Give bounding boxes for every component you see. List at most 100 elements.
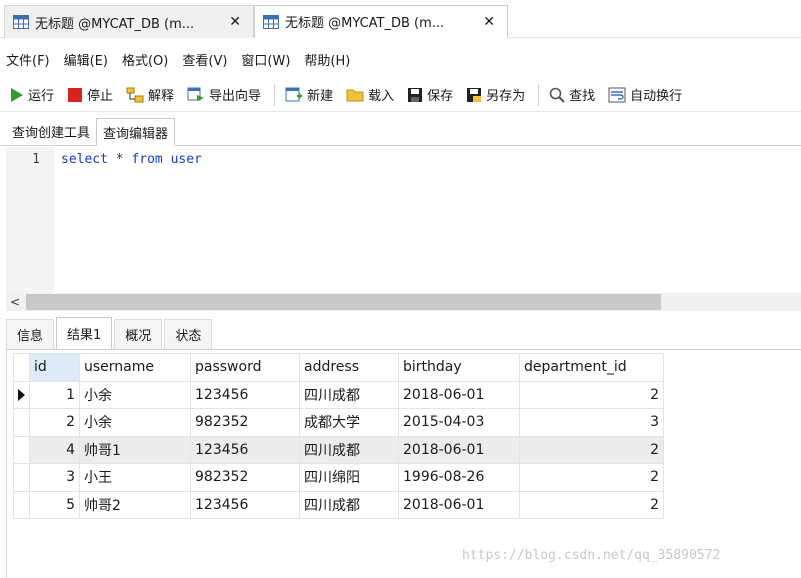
- new-label: 新建: [307, 89, 334, 104]
- cell-username[interactable]: 帅哥2: [79, 490, 191, 519]
- cell-password[interactable]: 982352: [190, 463, 300, 492]
- cell-birthday[interactable]: 2018-06-01: [398, 490, 520, 519]
- cell-department-id[interactable]: 2: [519, 380, 664, 409]
- tab-info[interactable]: 信息: [6, 319, 55, 349]
- close-icon[interactable]: ✕: [225, 14, 245, 30]
- table-row[interactable]: 4 帅哥1 123456 四川成都 2018-06-01 2: [13, 435, 664, 464]
- explain-label: 解释: [148, 89, 175, 104]
- load-button[interactable]: 载入: [346, 85, 394, 104]
- scroll-left-icon[interactable]: <: [6, 293, 24, 311]
- menu-help[interactable]: 帮助(H): [304, 50, 350, 69]
- sql-editor[interactable]: 1 select * from user: [6, 147, 801, 293]
- column-header-username[interactable]: username: [79, 353, 191, 382]
- result-tabs: 信息 结果1 概况 状态: [6, 317, 801, 350]
- document-tab-bar: 无标题 @MYCAT_DB (m... ✕ 无标题 @MYCAT_DB (m..…: [0, 0, 801, 38]
- cell-department-id[interactable]: 2: [519, 463, 664, 492]
- cell-id[interactable]: 1: [29, 380, 80, 409]
- cell-department-id[interactable]: 2: [519, 435, 664, 464]
- cell-password[interactable]: 982352: [190, 408, 300, 437]
- cell-id[interactable]: 4: [29, 435, 80, 464]
- stop-icon: [68, 87, 83, 102]
- cell-address[interactable]: 成都大学: [299, 408, 399, 437]
- row-indicator: [13, 435, 30, 464]
- menu-edit[interactable]: 编辑(E): [64, 50, 108, 69]
- column-header-birthday[interactable]: birthday: [398, 353, 520, 382]
- tab-status[interactable]: 状态: [164, 319, 213, 349]
- horizontal-scrollbar[interactable]: <: [6, 293, 801, 311]
- folder-icon: [346, 89, 364, 101]
- tab-result-1[interactable]: 结果1: [56, 317, 113, 349]
- run-label: 运行: [28, 89, 55, 104]
- scrollbar-thumb[interactable]: [26, 294, 661, 310]
- cell-address[interactable]: 四川成都: [299, 435, 399, 464]
- column-header-address[interactable]: address: [299, 353, 399, 382]
- cell-id[interactable]: 3: [29, 463, 80, 492]
- run-button[interactable]: 运行: [10, 85, 54, 104]
- cell-id[interactable]: 2: [29, 408, 80, 437]
- doc-tab-1[interactable]: 无标题 @MYCAT_DB (m... ✕: [4, 5, 254, 38]
- table-row[interactable]: 3 小王 982352 四川绵阳 1996-08-26 2: [13, 463, 664, 492]
- close-icon[interactable]: ✕: [479, 14, 499, 30]
- current-row-arrow-icon: [18, 388, 25, 401]
- cell-username[interactable]: 帅哥1: [79, 435, 191, 464]
- cell-password[interactable]: 123456: [190, 435, 300, 464]
- toolbar: 运行 停止 解释 导出向导 新建 载入 保存 另存为 查找 自动换行: [0, 78, 801, 112]
- column-header-id[interactable]: id: [29, 353, 80, 382]
- cell-password[interactable]: 123456: [190, 380, 300, 409]
- cell-address[interactable]: 四川成都: [299, 490, 399, 519]
- cell-birthday[interactable]: 2018-06-01: [398, 380, 520, 409]
- menu-window[interactable]: 窗口(W): [241, 50, 290, 69]
- toolbar-separator: [274, 83, 276, 106]
- word-wrap-icon: [608, 87, 626, 102]
- current-row-indicator: [13, 380, 30, 409]
- result-grid: id username password address birthday de…: [13, 353, 664, 519]
- explain-icon: [126, 87, 144, 102]
- cell-birthday[interactable]: 2018-06-01: [398, 435, 520, 464]
- watermark: https://blog.csdn.net/qq_35890572: [462, 548, 721, 563]
- doc-tab-2[interactable]: 无标题 @MYCAT_DB (m... ✕: [254, 5, 508, 38]
- sql-code-line[interactable]: select * from user: [61, 152, 202, 167]
- cell-birthday[interactable]: 1996-08-26: [398, 463, 520, 492]
- table-row[interactable]: 5 帅哥2 123456 四川成都 2018-06-01 2: [13, 490, 664, 519]
- export-icon: [187, 87, 205, 101]
- menu-file[interactable]: 文件(F): [6, 50, 50, 69]
- column-header-password[interactable]: password: [190, 353, 300, 382]
- cell-address[interactable]: 四川成都: [299, 380, 399, 409]
- editor-mode-tabs: 查询创建工具 查询编辑器: [0, 116, 801, 146]
- menu-format[interactable]: 格式(O): [122, 50, 168, 69]
- sql-table-name: user: [162, 152, 202, 167]
- sql-star: *: [107, 152, 132, 167]
- stop-label: 停止: [87, 89, 114, 104]
- export-wizard-button[interactable]: 导出向导: [187, 85, 261, 104]
- tab-query-builder[interactable]: 查询创建工具: [6, 117, 96, 145]
- menu-view[interactable]: 查看(V): [182, 50, 227, 69]
- cell-department-id[interactable]: 3: [519, 408, 664, 437]
- find-label: 查找: [569, 89, 596, 104]
- table-row[interactable]: 2 小余 982352 成都大学 2015-04-03 3: [13, 408, 664, 437]
- column-header-department-id[interactable]: department_id: [519, 353, 664, 382]
- cell-password[interactable]: 123456: [190, 490, 300, 519]
- cell-address[interactable]: 四川绵阳: [299, 463, 399, 492]
- doc-tab-title: 无标题 @MYCAT_DB (m...: [285, 16, 445, 31]
- table-row[interactable]: 1 小余 123456 四川成都 2018-06-01 2: [13, 380, 664, 409]
- cell-id[interactable]: 5: [29, 490, 80, 519]
- cell-username[interactable]: 小余: [79, 380, 191, 409]
- cell-birthday[interactable]: 2015-04-03: [398, 408, 520, 437]
- save-button[interactable]: 保存: [407, 85, 453, 104]
- cell-username[interactable]: 小余: [79, 408, 191, 437]
- word-wrap-button[interactable]: 自动换行: [608, 85, 682, 104]
- stop-button[interactable]: 停止: [67, 85, 113, 104]
- tab-profile[interactable]: 概况: [114, 319, 163, 349]
- save-as-label: 另存为: [486, 89, 526, 104]
- table-icon: [13, 15, 29, 29]
- save-as-button[interactable]: 另存为: [466, 85, 525, 104]
- tab-query-editor[interactable]: 查询编辑器: [96, 118, 176, 146]
- cell-department-id[interactable]: 2: [519, 490, 664, 519]
- cell-username[interactable]: 小王: [79, 463, 191, 492]
- find-button[interactable]: 查找: [549, 85, 595, 104]
- new-button[interactable]: 新建: [285, 85, 333, 104]
- row-indicator: [13, 408, 30, 437]
- explain-button[interactable]: 解释: [126, 85, 174, 104]
- row-indicator: [13, 463, 30, 492]
- line-number: 1: [32, 152, 40, 167]
